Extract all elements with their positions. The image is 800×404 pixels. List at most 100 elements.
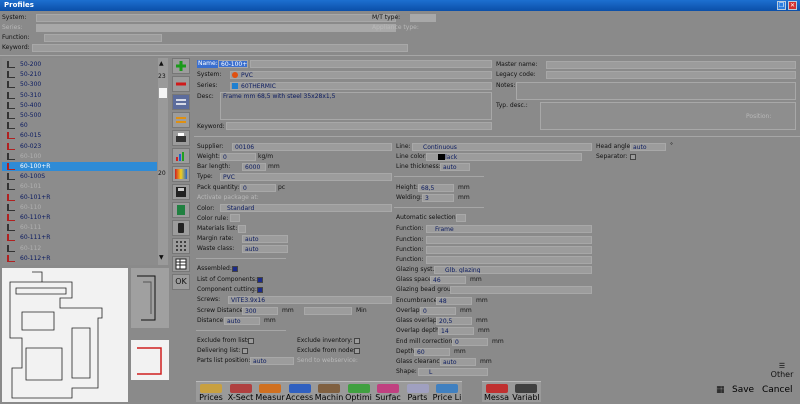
exclude-from-lists-checkbox[interactable] xyxy=(248,338,254,344)
table-icon[interactable] xyxy=(172,256,190,272)
list-item[interactable]: 50-400 xyxy=(2,101,157,110)
print-icon[interactable] xyxy=(172,130,190,146)
pack-quantity-field[interactable]: 0 xyxy=(240,184,276,192)
glazing-syst-field[interactable]: Glb. glazing xyxy=(434,266,592,274)
list-item[interactable]: 60-111+R xyxy=(2,233,157,242)
cancel-button[interactable]: Cancel xyxy=(762,385,793,395)
function4-field[interactable] xyxy=(426,256,592,264)
list-item[interactable]: 60-112 xyxy=(2,244,157,253)
scroll-up-icon[interactable]: ▲ xyxy=(159,60,164,67)
tab-access[interactable]: Access xyxy=(284,381,315,402)
list-scrollbar[interactable]: ▲ 23 20 ▼ xyxy=(158,58,168,265)
list-item[interactable]: 60-015 xyxy=(2,131,157,140)
function-field[interactable]: Frame xyxy=(426,225,592,233)
list-item[interactable]: 50-210 xyxy=(2,70,157,79)
desc-field[interactable]: Frame mm 68,5 with steel 35x28x1,5 xyxy=(220,92,492,120)
overlap-field[interactable]: 0 xyxy=(420,307,456,315)
exclude-from-nodes-checkbox[interactable] xyxy=(354,348,360,354)
list-item[interactable]: 60-100 xyxy=(2,152,157,161)
glass-overlap-field[interactable]: 20,5 xyxy=(436,317,472,325)
colors-icon[interactable] xyxy=(172,166,190,182)
save-disk-icon[interactable] xyxy=(172,184,190,200)
color-field[interactable]: Standard xyxy=(220,204,392,212)
list-item[interactable]: 60-101+R xyxy=(2,193,157,202)
list-item[interactable]: 60-111 xyxy=(2,223,157,232)
separator-checkbox[interactable] xyxy=(630,154,636,160)
component-cutting-checkbox[interactable] xyxy=(257,287,263,293)
close-icon[interactable]: ✕ xyxy=(788,1,797,10)
color-rule-field[interactable] xyxy=(230,214,240,222)
list-item[interactable]: 50-200 xyxy=(2,60,157,69)
filter-keyword-field[interactable] xyxy=(32,44,408,52)
filter-mt-type-field[interactable] xyxy=(410,14,436,22)
screw-distance-field[interactable]: 300 xyxy=(242,307,278,315)
welding-field[interactable]: 3 xyxy=(422,194,454,202)
list-item[interactable]: 60-110+R xyxy=(2,213,157,222)
document-icon[interactable] xyxy=(172,202,190,218)
tab-parts[interactable]: Parts xyxy=(402,381,433,402)
end-mill-correction-field[interactable]: 0 xyxy=(452,338,488,346)
screw-min-field[interactable] xyxy=(304,307,352,315)
scroll-thumb[interactable] xyxy=(159,88,167,98)
list-item[interactable]: 50-500 xyxy=(2,111,157,120)
delete-button[interactable] xyxy=(172,76,190,92)
system-field[interactable]: PVC xyxy=(230,71,492,79)
add-button[interactable] xyxy=(172,58,190,74)
profile-list[interactable]: 50-200 50-210 50-300 50-310 50-400 50-500 60 60… xyxy=(2,58,170,265)
automatic-selection-field[interactable] xyxy=(456,214,466,222)
distance-field[interactable]: auto xyxy=(224,317,260,325)
list-of-components-checkbox[interactable] xyxy=(257,277,263,283)
list-item[interactable]: 60 xyxy=(2,121,157,130)
filter-series-field[interactable] xyxy=(36,24,396,32)
tab-prices[interactable]: Prices xyxy=(196,381,226,402)
parts-list-position-field[interactable]: auto xyxy=(250,357,294,365)
tab-x-sect[interactable]: X-Sect xyxy=(225,381,256,402)
tab-measur[interactable]: Measur xyxy=(255,381,285,402)
save-button[interactable]: Save xyxy=(732,385,754,395)
exclude-inventory-checkbox[interactable] xyxy=(354,338,360,344)
list-item[interactable]: 60-110 xyxy=(2,203,157,212)
keyword-field[interactable] xyxy=(226,122,492,130)
name-field[interactable]: 60-100+R xyxy=(218,60,248,68)
function2-field[interactable] xyxy=(426,236,592,244)
tab-surfac[interactable]: Surfac xyxy=(373,381,403,402)
tab-variabl[interactable]: Variabl xyxy=(511,381,541,402)
list-item[interactable]: 60-112+R xyxy=(2,254,157,263)
glass-space-field[interactable]: 46 xyxy=(430,276,466,284)
margin-rate-field[interactable]: auto xyxy=(242,235,288,243)
assembled-checkbox[interactable] xyxy=(232,266,238,272)
materials-list-field[interactable] xyxy=(238,225,246,233)
calendar-icon[interactable]: ▦ xyxy=(716,385,725,395)
shape-field[interactable]: L xyxy=(418,368,488,376)
restore-icon[interactable]: ❐ xyxy=(777,1,786,10)
master-name-field[interactable] xyxy=(546,61,796,69)
list-item[interactable]: 50-300 xyxy=(2,80,157,89)
list-item[interactable]: 50-310 xyxy=(2,91,157,100)
grid-dots-icon[interactable] xyxy=(172,238,190,254)
glass-clearance-field[interactable]: auto xyxy=(440,358,476,366)
list-item[interactable]: 60-100+R xyxy=(2,162,157,171)
delivering-list-checkbox[interactable] xyxy=(242,348,248,354)
other-button[interactable]: ☰ Other xyxy=(768,362,796,382)
ok-button[interactable]: OK xyxy=(172,274,190,290)
tab-messa[interactable]: Messa xyxy=(481,381,512,402)
function3-field[interactable] xyxy=(426,246,592,254)
waste-class-field[interactable]: auto xyxy=(242,245,288,253)
line-color-field[interactable]: Black xyxy=(426,153,582,161)
compare-button[interactable] xyxy=(172,94,190,110)
tab-machin[interactable]: Machin xyxy=(314,381,344,402)
weight-field[interactable]: 0 xyxy=(220,153,256,161)
line-thickness-field[interactable]: auto xyxy=(440,163,470,171)
head-angle-field[interactable]: auto xyxy=(630,143,666,151)
tab-optimi[interactable]: Optimi xyxy=(343,381,374,402)
chart-icon[interactable] xyxy=(172,148,190,164)
list-item[interactable]: 60-100S xyxy=(2,172,157,181)
list-item[interactable]: 60-023 xyxy=(2,142,157,151)
type-field[interactable]: PVC xyxy=(220,173,392,181)
height-field[interactable]: 68,5 xyxy=(418,184,454,192)
tab-price-li[interactable]: Price Li xyxy=(432,381,462,402)
name-field-rest[interactable] xyxy=(250,60,492,68)
notes-field[interactable] xyxy=(516,82,796,100)
depth-field[interactable]: 60 xyxy=(414,348,450,356)
glazing-bead-group-field[interactable] xyxy=(450,286,592,294)
